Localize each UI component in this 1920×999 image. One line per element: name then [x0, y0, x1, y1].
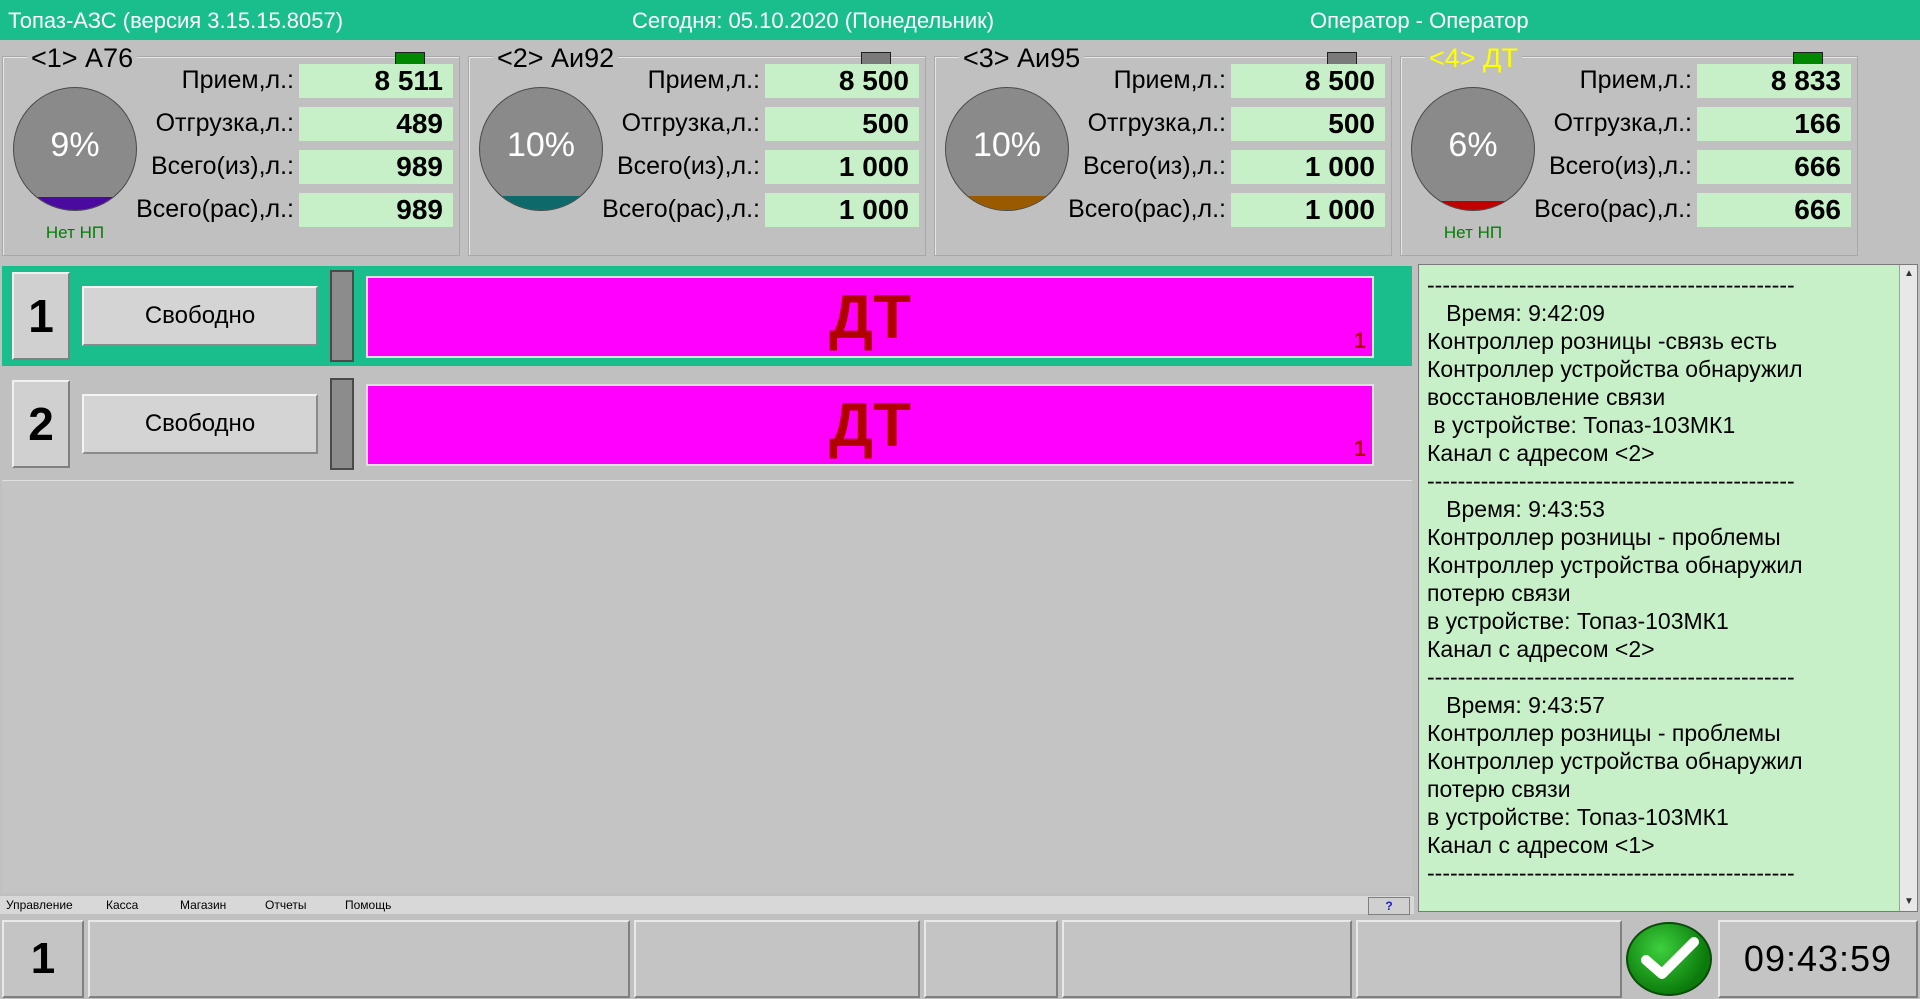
pump-nozzle-button[interactable]: ДТ 1 — [366, 384, 1374, 466]
total-calc-label: Всего(рас),л.: — [602, 195, 760, 223]
nozzle-fuel-label: ДТ — [828, 283, 912, 352]
bottom-panel-3 — [924, 920, 1058, 998]
receipt-label: Прием,л.: — [181, 66, 294, 94]
receipt-label: Прием,л.: — [1579, 66, 1692, 94]
tank-level-gauge: 6% — [1411, 87, 1535, 211]
pump-state-button[interactable]: Свободно — [82, 394, 318, 454]
bottom-panel-1 — [88, 920, 630, 998]
receipt-value: 8 833 — [1697, 64, 1851, 98]
pump-state-button[interactable]: Свободно — [82, 286, 318, 346]
help-button[interactable]: ? — [1368, 897, 1410, 915]
shipment-value: 500 — [1231, 107, 1385, 141]
shipment-label: Отгрузка,л.: — [155, 109, 294, 137]
tank-panel-2: <2> Аи92 10% Прием,л.: 8 500 Отгрузка,л.: 500… — [468, 43, 926, 256]
total-calc-value: 1 000 — [1231, 193, 1385, 227]
log-scrollbar[interactable]: ▲ ▼ — [1899, 265, 1917, 911]
tank-level-gauge: 9% — [13, 87, 137, 211]
scroll-down-icon[interactable]: ▼ — [1900, 893, 1918, 911]
tank-level-gauge: 10% — [945, 87, 1069, 211]
bottom-panel-2 — [634, 920, 920, 998]
nozzle-number: 1 — [1353, 328, 1366, 353]
total-in-value: 666 — [1697, 150, 1851, 184]
tank-panel-3: <3> Аи95 10% Прием,л.: 8 500 Отгрузка,л.: 500… — [934, 43, 1392, 256]
operator-name: Оператор - Оператор — [1310, 8, 1529, 33]
menu-item-help[interactable]: Помощь — [345, 898, 391, 912]
shipment-label: Отгрузка,л.: — [1553, 109, 1692, 137]
tank-panel-1: <1> А76 9% Нет НП Прием,л.: 8 511 Отгрузка,л.… — [2, 43, 460, 256]
menu-bar: Управление Касса Магазин Отчеты Помощь — [0, 896, 1414, 914]
tank-status-text: Нет НП — [45, 223, 105, 242]
pumps-empty-area — [2, 480, 1412, 893]
title-bar: Топаз-АЗС (версия 3.15.15.8057) Сегодня:… — [0, 0, 1920, 40]
total-calc-value: 666 — [1697, 193, 1851, 227]
nozzle-fuel-label: ДТ — [828, 391, 912, 460]
receipt-value: 8 500 — [765, 64, 919, 98]
current-date: Сегодня: 05.10.2020 (Понедельник) — [632, 8, 995, 33]
total-in-value: 1 000 — [1231, 150, 1385, 184]
menu-item-cash[interactable]: Касса — [106, 898, 138, 912]
total-in-label: Всего(из),л.: — [150, 152, 294, 180]
total-in-label: Всего(из),л.: — [1082, 152, 1226, 180]
menu-item-management[interactable]: Управление — [6, 898, 73, 912]
nozzle-number: 1 — [1353, 436, 1366, 461]
pump-row-1[interactable]: 1 Свободно ДТ 1 — [2, 266, 1412, 366]
menu-item-shop[interactable]: Магазин — [180, 898, 226, 912]
tank-level-gauge: 10% — [479, 87, 603, 211]
scroll-up-icon[interactable]: ▲ — [1900, 265, 1918, 283]
receipt-label: Прием,л.: — [1113, 66, 1226, 94]
shipment-value: 166 — [1697, 107, 1851, 141]
app-title: Топаз-АЗС (версия 3.15.15.8057) — [8, 8, 344, 33]
pump-indicator — [330, 378, 354, 470]
total-in-value: 989 — [299, 150, 453, 184]
receipt-value: 8 511 — [299, 64, 453, 98]
shipment-label: Отгрузка,л.: — [1087, 109, 1226, 137]
confirm-button[interactable] — [1626, 922, 1712, 996]
tank-panel-4: <4> ДТ 6% Нет НП Прием,л.: 8 833 Отгрузка,л.:… — [1400, 43, 1858, 256]
bottom-bar: 1 09:43:59 — [0, 918, 1920, 999]
menu-item-reports[interactable]: Отчеты — [265, 898, 306, 912]
tank-status-text: Нет НП — [1443, 223, 1503, 242]
pump-indicator — [330, 270, 354, 362]
shipment-value: 500 — [765, 107, 919, 141]
total-in-label: Всего(из),л.: — [616, 152, 760, 180]
clock: 09:43:59 — [1718, 920, 1918, 998]
total-calc-label: Всего(рас),л.: — [136, 195, 294, 223]
total-in-value: 1 000 — [765, 150, 919, 184]
pump-nozzle-button[interactable]: ДТ 1 — [366, 276, 1374, 358]
pump-number[interactable]: 2 — [12, 380, 70, 468]
shipment-value: 489 — [299, 107, 453, 141]
total-calc-value: 1 000 — [765, 193, 919, 227]
pump-number[interactable]: 1 — [12, 272, 70, 360]
total-calc-value: 989 — [299, 193, 453, 227]
event-log-text: ----------------------------------------… — [1427, 272, 1803, 886]
pump-row-2[interactable]: 2 Свободно ДТ 1 — [2, 374, 1412, 474]
event-log[interactable]: ----------------------------------------… — [1418, 264, 1918, 912]
shipment-label: Отгрузка,л.: — [621, 109, 760, 137]
total-in-label: Всего(из),л.: — [1548, 152, 1692, 180]
total-calc-label: Всего(рас),л.: — [1068, 195, 1226, 223]
total-calc-label: Всего(рас),л.: — [1534, 195, 1692, 223]
checkmark-icon — [1641, 937, 1699, 979]
receipt-label: Прием,л.: — [647, 66, 760, 94]
receipt-value: 8 500 — [1231, 64, 1385, 98]
bottom-panel-5 — [1356, 920, 1622, 998]
bottom-pump-number: 1 — [2, 920, 84, 998]
bottom-panel-4 — [1062, 920, 1352, 998]
